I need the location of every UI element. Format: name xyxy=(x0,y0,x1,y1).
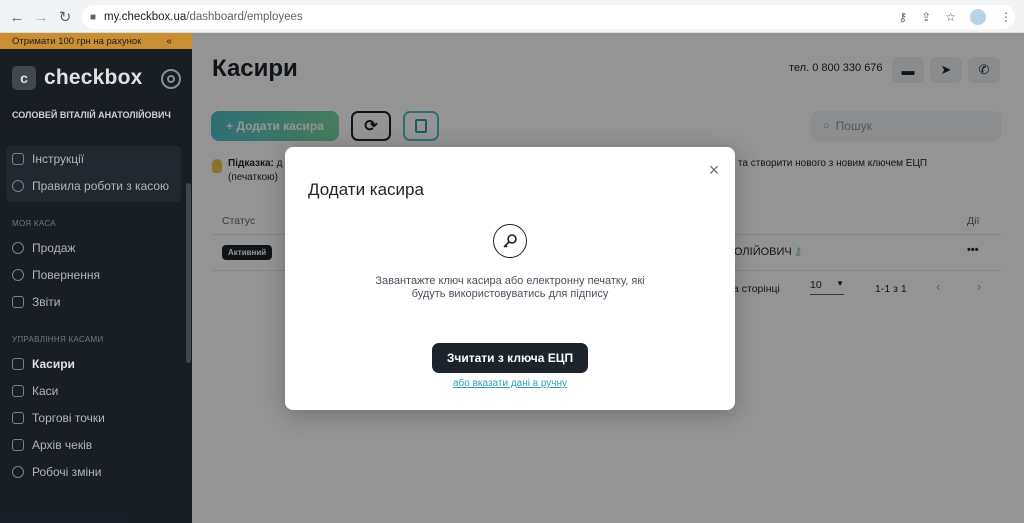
lock-icon: ■ xyxy=(90,11,97,23)
address-bar[interactable]: ■ my.checkbox.ua/dashboard/employees xyxy=(82,5,1015,29)
key-icon[interactable]: ⚷ xyxy=(898,10,907,24)
modal-description: Завантажте ключ касира або електронну пе… xyxy=(375,275,645,300)
key-icon xyxy=(493,224,527,258)
manual-entry-link[interactable]: або вказати дані в ручну xyxy=(285,378,735,389)
modal-title: Додати касира xyxy=(308,180,424,199)
back-icon[interactable]: ← xyxy=(6,6,28,28)
url-path: /dashboard/employees xyxy=(186,11,303,23)
star-icon[interactable]: ☆ xyxy=(945,10,956,24)
share-icon[interactable]: ⇪ xyxy=(921,10,931,24)
sidebar-overlay xyxy=(0,33,192,523)
close-icon[interactable]: × xyxy=(705,161,723,179)
menu-dots-icon[interactable]: ⋮ xyxy=(1000,10,1012,24)
reload-icon[interactable]: ↻ xyxy=(54,6,76,28)
browser-actions: ⚷ ⇪ ☆ ⋮ xyxy=(898,5,1012,29)
forward-icon[interactable]: → xyxy=(30,6,52,28)
add-cashier-modal: Додати касира × Завантажте ключ касира а… xyxy=(285,147,735,410)
profile-avatar[interactable] xyxy=(970,9,986,25)
browser-toolbar: ← → ↻ ■ my.checkbox.ua/dashboard/employe… xyxy=(0,0,1024,33)
url-host: my.checkbox.ua xyxy=(104,11,187,23)
read-key-button[interactable]: Зчитати з ключа ЕЦП xyxy=(432,343,588,373)
